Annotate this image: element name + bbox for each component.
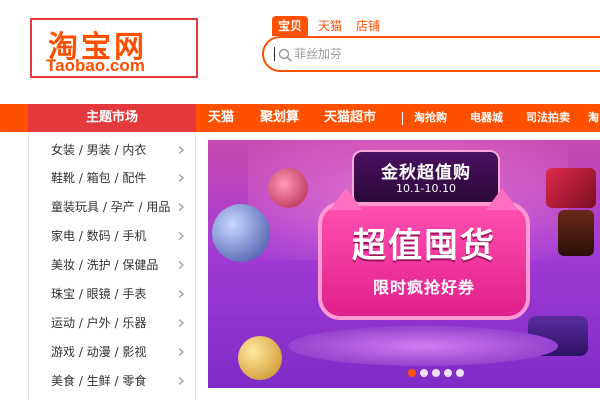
nav-item-juhuasuan[interactable]: 聚划算 xyxy=(260,104,299,132)
search-tab-tmall[interactable]: 天猫 xyxy=(312,16,348,36)
banner-sub-title: 限时疯抢好券 xyxy=(372,278,475,297)
category-item-sports[interactable]: 运动 / 户外 / 乐器 xyxy=(29,309,195,337)
search-box[interactable] xyxy=(262,36,600,72)
logo-english-text: Taobao.com xyxy=(46,56,145,75)
category-label: 女装 / 男装 / 内衣 xyxy=(51,143,147,157)
chevron-right-icon xyxy=(178,261,184,269)
search-tab-shops[interactable]: 店铺 xyxy=(350,16,386,36)
nav-item-judicial-auction[interactable]: 司法拍卖 xyxy=(526,104,570,132)
product-image-box xyxy=(546,168,596,208)
chevron-right-icon xyxy=(178,232,184,240)
category-label: 运动 / 户外 / 乐器 xyxy=(51,316,147,330)
product-image-berries xyxy=(268,168,308,208)
banner-top-plate: 金秋超值购 10.1-10.10 xyxy=(352,150,500,206)
taobao-logo[interactable]: 淘宝网 Taobao.com xyxy=(30,18,198,78)
product-image-gold-ball xyxy=(238,336,282,380)
nav-item-taoqianggou[interactable]: 淘抢购 xyxy=(414,104,447,132)
category-item-games[interactable]: 游戏 / 动漫 / 影视 xyxy=(29,338,195,366)
chevron-right-icon xyxy=(178,377,184,385)
search-input[interactable] xyxy=(294,45,594,63)
category-label: 游戏 / 动漫 / 影视 xyxy=(51,345,147,359)
promo-banner[interactable]: 金秋超值购 10.1-10.10 超值囤货 限时疯抢好券 xyxy=(208,140,600,388)
nav-item-tmall[interactable]: 天猫 xyxy=(208,104,234,132)
chevron-right-icon xyxy=(178,348,184,356)
banner-main-title: 超值囤货 xyxy=(352,226,496,266)
banner-cat-frame: 超值囤货 限时疯抢好券 xyxy=(318,188,530,320)
nav-item-appliance-city[interactable]: 电器城 xyxy=(470,104,503,132)
nav-item-more[interactable]: 淘 xyxy=(588,104,599,132)
product-image-left xyxy=(212,204,270,262)
cat-ear-right xyxy=(486,188,518,210)
carousel-dot-4[interactable] xyxy=(444,369,452,377)
carousel-dot-1[interactable] xyxy=(408,369,416,377)
nav-divider xyxy=(402,112,403,125)
cat-ear-left xyxy=(330,188,362,210)
chevron-right-icon xyxy=(178,319,184,327)
category-label: 美妆 / 洗护 / 保健品 xyxy=(51,258,159,272)
banner-date: 10.1-10.10 xyxy=(396,182,456,195)
theme-market-title[interactable]: 主题市场 xyxy=(28,104,196,132)
carousel-dot-2[interactable] xyxy=(420,369,428,377)
category-item-beauty[interactable]: 美妆 / 洗护 / 保健品 xyxy=(29,251,195,279)
carousel-dot-5[interactable] xyxy=(456,369,464,377)
chevron-right-icon xyxy=(178,290,184,298)
search-tab-items[interactable]: 宝贝 xyxy=(272,16,309,36)
nav-item-tmall-supermarket[interactable]: 天猫超市 xyxy=(324,104,376,132)
category-item-shoes-bags[interactable]: 鞋靴 / 箱包 / 配件 xyxy=(29,164,195,192)
category-item-jewelry[interactable]: 珠宝 / 眼镜 / 手表 xyxy=(29,280,195,308)
category-sidebar: 女装 / 男装 / 内衣 鞋靴 / 箱包 / 配件 童装玩具 / 孕产 / 用品… xyxy=(28,132,196,400)
category-item-food[interactable]: 美食 / 生鲜 / 零食 xyxy=(29,367,195,395)
category-label: 美食 / 生鲜 / 零食 xyxy=(51,374,147,388)
product-image-bottle xyxy=(558,210,594,256)
category-label: 家电 / 数码 / 手机 xyxy=(51,229,147,243)
banner-top-title: 金秋超值购 xyxy=(381,163,471,183)
category-label: 珠宝 / 眼镜 / 手表 xyxy=(51,287,147,301)
category-label: 鞋靴 / 箱包 / 配件 xyxy=(51,171,147,185)
chevron-right-icon xyxy=(178,174,184,182)
category-item-electronics[interactable]: 家电 / 数码 / 手机 xyxy=(29,222,195,250)
category-item-kids-toys[interactable]: 童装玩具 / 孕产 / 用品 xyxy=(29,193,195,221)
category-item-clothing[interactable]: 女装 / 男装 / 内衣 xyxy=(29,136,195,164)
carousel-dot-3[interactable] xyxy=(432,369,440,377)
main-nav-bar: 主题市场 天猫 聚划算 天猫超市 淘抢购 电器城 司法拍卖 淘 xyxy=(0,104,600,132)
chevron-right-icon xyxy=(178,203,184,211)
search-icon xyxy=(278,48,292,62)
category-label: 童装玩具 / 孕产 / 用品 xyxy=(51,200,171,214)
text-cursor xyxy=(274,47,275,61)
banner-pedestal xyxy=(288,326,558,366)
chevron-right-icon xyxy=(178,146,184,154)
